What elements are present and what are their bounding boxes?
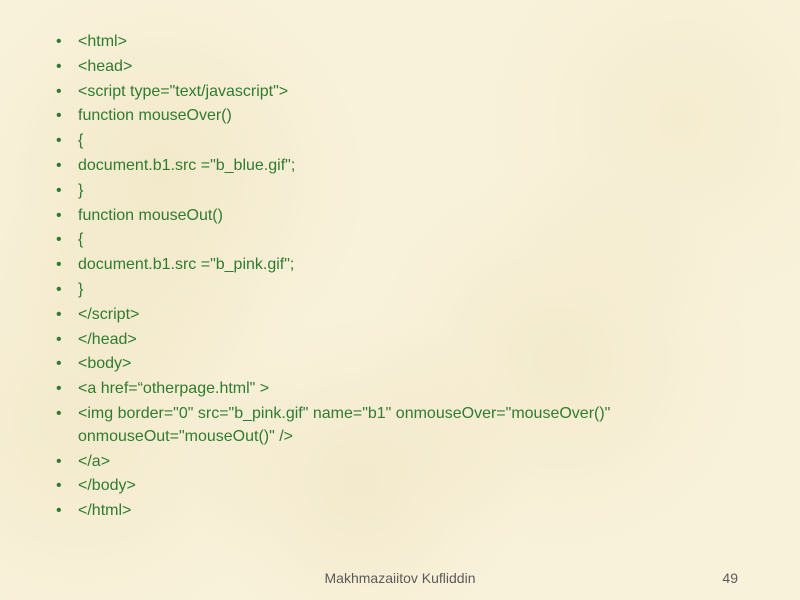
code-line: { bbox=[50, 129, 755, 154]
code-line: function mouseOver() bbox=[50, 104, 755, 129]
code-line: document.b1.src ="b_blue.gif"; bbox=[50, 154, 755, 179]
code-line: { bbox=[50, 228, 755, 253]
code-line: } bbox=[50, 179, 755, 204]
code-line: <a href=“otherpage.html" > bbox=[50, 377, 755, 402]
slide-content: <html> <head> <script type="text/javascr… bbox=[0, 0, 800, 534]
code-line: <body> bbox=[50, 352, 755, 377]
code-line: document.b1.src ="b_pink.gif"; bbox=[50, 253, 755, 278]
code-line: onmouseOut="mouseOut()" /> bbox=[50, 425, 755, 450]
code-line: <script type="text/javascript"> bbox=[50, 80, 755, 105]
code-line: function mouseOut() bbox=[50, 204, 755, 229]
code-line: } bbox=[50, 278, 755, 303]
code-line: <img border="0" src="b_pink.gif" name="b… bbox=[50, 402, 755, 427]
code-line: <html> bbox=[50, 30, 755, 55]
code-line: </head> bbox=[50, 328, 755, 353]
code-line: </script> bbox=[50, 303, 755, 328]
code-line: </a> bbox=[50, 450, 755, 475]
code-line: <head> bbox=[50, 55, 755, 80]
code-line: </html> bbox=[50, 499, 755, 524]
page-number: 49 bbox=[722, 570, 738, 586]
footer-author: Makhmazaiitov Kufliddin bbox=[0, 570, 800, 586]
code-line: </body> bbox=[50, 474, 755, 499]
code-bullet-list: <html> <head> <script type="text/javascr… bbox=[50, 30, 755, 524]
